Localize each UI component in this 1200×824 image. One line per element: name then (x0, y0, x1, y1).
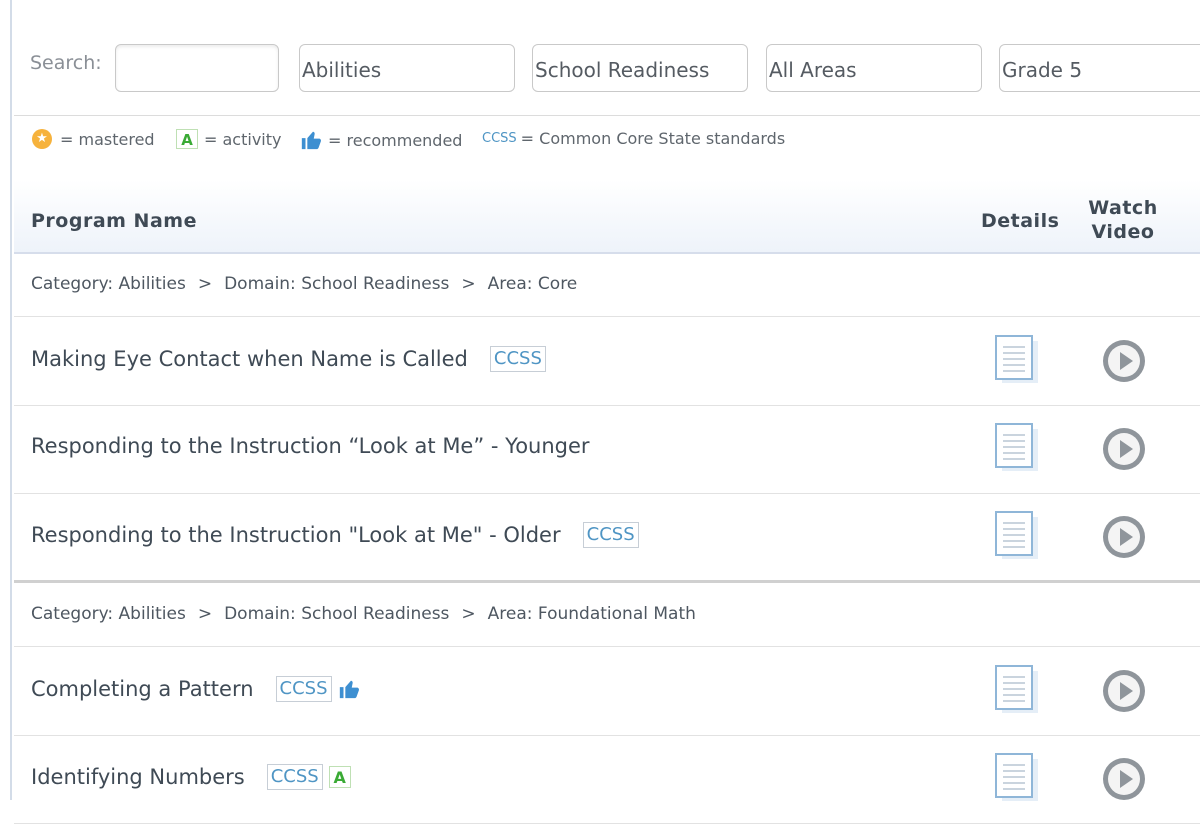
legend-activity: A = activity (176, 129, 281, 149)
category-select[interactable]: Abilities (299, 44, 515, 92)
legend-ccss-text: = Common Core State standards (520, 129, 786, 148)
area-select[interactable]: All Areas (766, 44, 982, 92)
details-document-icon[interactable] (994, 665, 1040, 715)
program-name[interactable]: Responding to the Instruction "Look at M… (31, 522, 639, 548)
filter-bar: Search: Abilities School Readiness All A… (14, 0, 1200, 116)
breadcrumb-area: Area: Core (487, 274, 578, 294)
activity-icon: A (328, 766, 351, 788)
program-name-header: Program Name (31, 210, 197, 232)
breadcrumb-area: Area: Foundational Math (487, 604, 696, 624)
program-name-text[interactable]: Responding to the Instruction "Look at M… (31, 523, 561, 547)
breadcrumb-category: Category: Abilities (31, 604, 186, 624)
watch-video-header: Watch Video (1088, 196, 1158, 244)
program-name[interactable]: Completing a Pattern CCSS (31, 676, 360, 702)
program-name-text[interactable]: Identifying Numbers (31, 765, 245, 789)
search-input[interactable] (115, 44, 279, 92)
category-breadcrumb: Category: Abilities > Domain: School Readi… (14, 254, 1200, 317)
breadcrumb-separator: > (197, 604, 213, 624)
play-video-icon[interactable] (1101, 668, 1147, 714)
ccss-badge: CCSS (275, 676, 332, 702)
program-row: Making Eye Contact when Name is Called C… (14, 317, 1200, 406)
left-border (10, 0, 12, 800)
program-row: Responding to the Instruction "Look at M… (14, 493, 1200, 582)
recommended-thumbs-up-icon (339, 680, 359, 699)
program-name[interactable]: Responding to the Instruction “Look at M… (31, 434, 590, 458)
details-document-icon[interactable] (994, 423, 1040, 473)
legend-recommended-text: = recommended (328, 130, 463, 150)
program-row: Identifying Numbers CCSS A (14, 735, 1200, 824)
breadcrumb-category: Category: Abilities (31, 274, 186, 294)
breadcrumb-domain: Domain: School Readiness (224, 274, 450, 294)
program-name-text[interactable]: Completing a Pattern (31, 677, 254, 701)
program-row: Responding to the Instruction “Look at M… (14, 405, 1200, 494)
domain-select[interactable]: School Readiness (532, 44, 748, 92)
play-video-icon[interactable] (1101, 756, 1147, 802)
table-header: Program Name Details Watch Video (14, 180, 1200, 254)
breadcrumb-separator: > (197, 274, 213, 294)
star-icon (32, 129, 52, 149)
details-header: Details (981, 210, 1060, 232)
ccss-badge: CCSS (582, 522, 639, 548)
breadcrumb-separator: > (461, 274, 476, 294)
legend-mastered-text: = mastered (60, 129, 155, 149)
play-video-icon[interactable] (1101, 338, 1147, 384)
legend-ccss: CCSS = Common Core State standards (482, 129, 785, 148)
watch-video-header-line1: Watch (1088, 197, 1158, 219)
play-video-icon[interactable] (1101, 426, 1147, 472)
activity-icon: A (176, 129, 198, 149)
program-name-text[interactable]: Responding to the Instruction “Look at M… (31, 434, 590, 458)
watch-video-header-line2: Video (1091, 221, 1155, 243)
play-video-icon[interactable] (1101, 514, 1147, 560)
legend-mastered: = mastered (32, 129, 155, 149)
program-name[interactable]: Identifying Numbers CCSS A (31, 764, 351, 790)
details-document-icon[interactable] (994, 511, 1040, 561)
ccss-badge: CCSS (266, 764, 323, 790)
legend-activity-text: = activity (204, 129, 282, 149)
breadcrumb-domain: Domain: School Readiness (224, 604, 450, 624)
program-name-text[interactable]: Making Eye Contact when Name is Called (31, 347, 468, 371)
group-divider (14, 580, 1200, 583)
program-row: Completing a Pattern CCSS (14, 647, 1200, 736)
breadcrumb-separator: > (461, 604, 476, 624)
search-label: Search: (30, 52, 102, 74)
ccss-badge: CCSS (489, 346, 546, 372)
legend-ccss-word: CCSS (482, 131, 517, 146)
thumbs-up-icon (301, 131, 321, 150)
details-document-icon[interactable] (994, 335, 1040, 385)
category-breadcrumb: Category: Abilities > Domain: School Readi… (14, 584, 1200, 647)
details-document-icon[interactable] (994, 753, 1040, 803)
program-name[interactable]: Making Eye Contact when Name is Called C… (31, 346, 546, 372)
grade-select[interactable]: Grade 5 (999, 44, 1200, 92)
legend: = mastered A = activity = recommended CC… (14, 115, 1200, 165)
legend-recommended: = recommended (300, 129, 462, 151)
